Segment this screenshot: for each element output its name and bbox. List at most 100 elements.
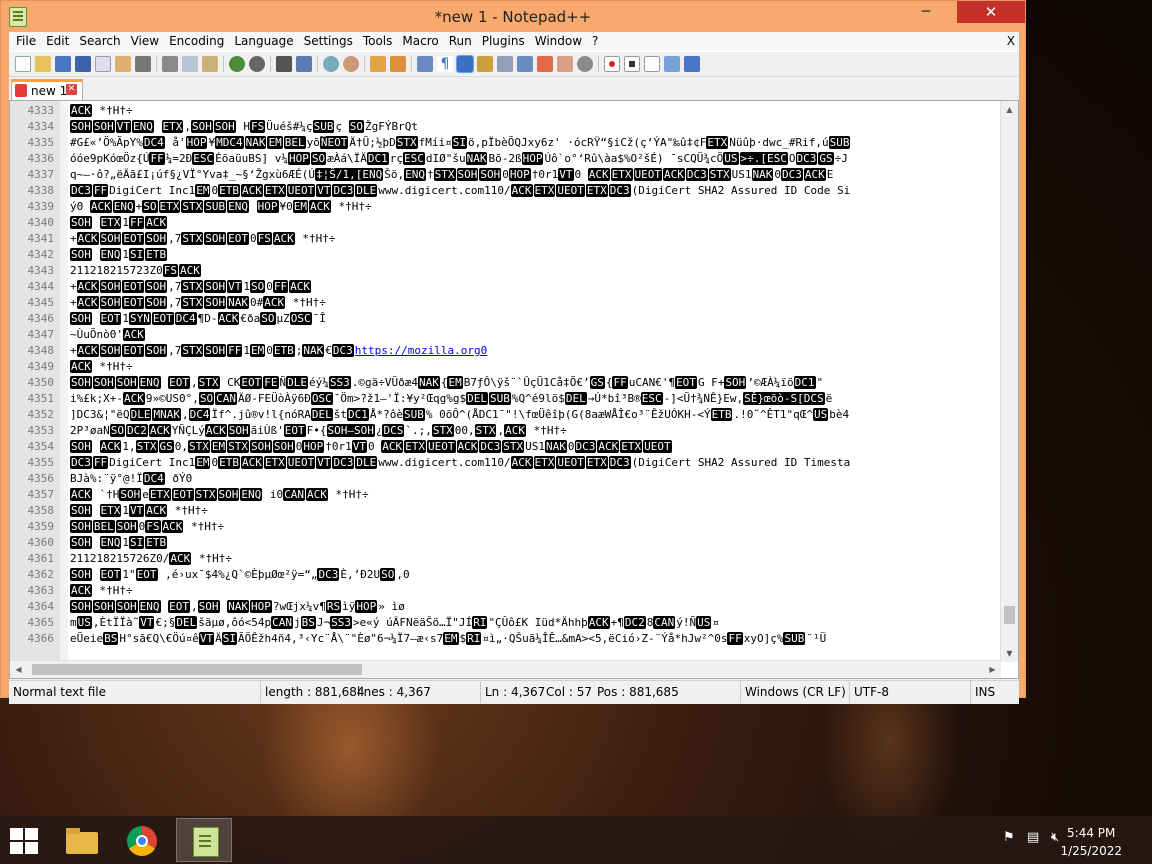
title-bar[interactable]: *new 1 - Notepad++ ─ □ ✕ [1,1,1025,32]
editor-line[interactable]: 4335 #G£«’Ö%ÃpY%DC4 å'HOP ¥MDC4 NAK EM BEL yõÑ… [10,135,1001,151]
network-icon[interactable]: ▤ [1027,830,1039,845]
editor-line[interactable]: 4349 ACK *†H†÷ [10,359,1001,375]
show-all-chars-icon[interactable]: ¶ [437,56,453,72]
windows-start-icon[interactable] [10,828,38,854]
scroll-right-icon[interactable]: ▶ [984,661,1001,678]
editor-line[interactable]: 4353 2P³øaNSO DC2 ACK YÑÇLýACK SOH ãiÙß'EOT F•{… [10,423,1001,439]
menu-run[interactable]: Run [444,32,477,51]
undo-icon[interactable] [229,56,245,72]
editor-line[interactable]: 4341 +ACK SOH EOT SOH ,7STX SOH EOT 0FS ACK *†H†÷ [10,231,1001,247]
folder-as-workspace-icon[interactable] [537,56,553,72]
horizontal-scroll-thumb[interactable] [32,664,362,675]
editor-line[interactable]: 4337 q~—·ô?„ëÄã£I¡úf§¿VÏ°Yva‡_~§‘Žgxù6ÆÉ(… [10,167,1001,183]
cut-icon[interactable] [162,56,178,72]
replace-icon[interactable] [296,56,312,72]
editor-line[interactable]: 4352]DC3&¦"ëQDLE MNAK ,DC4 Ïf^.jû®v!l{nóRAD… [10,407,1001,423]
status-eol[interactable]: Windows (CR LF) [740,681,846,703]
vertical-scroll-thumb[interactable] [1004,606,1015,624]
editor-line[interactable]: 4334 SOH SOH VT ENQ ETX ,SOH SOH HFS Üuéš#¼çSUB… [10,119,1001,135]
redo-icon[interactable] [249,56,265,72]
notepadpp-taskbar-icon[interactable] [176,818,232,862]
clock[interactable]: 5:44 PM 1/25/2022 [1060,824,1122,860]
close-document-button[interactable]: X [1007,32,1015,51]
paste-icon[interactable] [202,56,218,72]
monitoring-icon[interactable] [557,56,573,72]
save-icon[interactable] [55,56,71,72]
menu-help[interactable]: ? [587,32,603,51]
editor-pane[interactable]: 4333 ACK *†H†÷ 4334 SOH SOH VT ENQ ETX ,SOH SOH … [9,100,1019,679]
editor-line[interactable]: 4358 SOH ETX 1VT ACK *†H†÷ [10,503,1001,519]
play-macro-icon[interactable] [644,56,660,72]
new-file-icon[interactable] [15,56,31,72]
zoom-out-icon[interactable] [343,56,359,72]
editor-line[interactable]: 4350 SOH SOH SOH ENQ EOT ,STX CKEOT FE ÑDLE éý¼S… [10,375,1001,391]
editor-line[interactable]: 4351 i%£k;X+-ACK 9»©US0°,SO CAN ÄØ-FEÜòÀÿ6ÐO… [10,391,1001,407]
editor-line[interactable]: 4340 SOH ETX 1FF ACK [10,215,1001,231]
editor-line[interactable]: 4361 211218215726Z0/ACK *†H†÷ [10,551,1001,567]
menu-macro[interactable]: Macro [397,32,443,51]
editor-line[interactable]: 4364 SOH SOH SOH ENQ EOT ,SOH NAK HOP ?wŒjx¼v¶R… [10,599,1001,615]
menu-view[interactable]: View [126,32,164,51]
user-language-icon[interactable] [477,56,493,72]
open-file-icon[interactable] [35,56,51,72]
menu-tools[interactable]: Tools [358,32,398,51]
editor-line[interactable]: 4354 SOH ACK 1,STX GS 0,STX EM STX SOH SOH 0HOP †0… [10,439,1001,455]
tab-close-icon[interactable]: ✕ [66,84,77,95]
close-button[interactable]: ✕ [957,1,1025,23]
scroll-down-icon[interactable]: ▼ [1001,645,1018,662]
sync-horizontal-icon[interactable] [390,56,406,72]
editor-line[interactable]: 4366 eÜeieBS H°sã€Q\€Öú¤êVT ÄSI ÃÖÊžh4ñ4,³‹Y… [10,631,1001,647]
close-file-icon[interactable] [95,56,111,72]
menu-file[interactable]: File [11,32,41,51]
flag-icon[interactable]: ⚑ [1003,830,1015,845]
editor-line[interactable]: 4363 ACK *†H†÷ [10,583,1001,599]
editor-line[interactable]: 4346 SOH EOT 1SYN EOT DC4 ¶D-ACK €ðаSO µZOSC ¯Î [10,311,1001,327]
scroll-left-icon[interactable]: ◀ [10,661,27,678]
save-macro-icon[interactable] [684,56,700,72]
editor-line[interactable]: 4359 SOH BEL SOH 0FS ACK *†H†÷ [10,519,1001,535]
editor-line[interactable]: 4356 BJà%:¨ÿ°@!ÏDC4 ðÝ0 [10,471,1001,487]
file-explorer-icon[interactable] [54,818,110,862]
menu-window[interactable]: Window [530,32,587,51]
minimize-button[interactable]: ─ [909,1,943,23]
menu-edit[interactable]: Edit [41,32,74,51]
editor-line[interactable]: 4360 SOH ENQ 1SI ETB [10,535,1001,551]
record-macro-icon[interactable] [604,56,620,72]
editor-line[interactable]: 4338 DC3 FF DigiCert Inc1EM 0ETB ACK ETX UEOT VT… [10,183,1001,199]
function-list-icon[interactable] [517,56,533,72]
editor-line[interactable]: 4342 SOH ENQ 1SI ETB [10,247,1001,263]
editor-line[interactable]: 4343 211218215723Z0FS ACK [10,263,1001,279]
vertical-scrollbar[interactable]: ▲ ▼ [1000,101,1018,662]
editor-line[interactable]: 4333 ACK *†H†÷ [10,103,1001,119]
zoom-in-icon[interactable] [323,56,339,72]
scroll-up-icon[interactable]: ▲ [1001,101,1018,118]
find-icon[interactable] [276,56,292,72]
editor-line[interactable]: 4339 ý0 ACK ENQ +SO ETX STX SUB ENQ HOP ¥0EM ACK … [10,199,1001,215]
menu-encoding[interactable]: Encoding [164,32,229,51]
editor-line[interactable]: 4345 +ACK SOH EOT SOH ,7STX SOH NAK 0#ACK *†H†÷ [10,295,1001,311]
editor-line[interactable]: 4347 ~ÙuÕnò0'ACK [10,327,1001,343]
document-map-icon[interactable] [497,56,513,72]
menu-search[interactable]: Search [74,32,125,51]
menu-plugins[interactable]: Plugins [477,32,530,51]
editor-line[interactable]: 4336 óóe9pKóœÖz{ÚFF ¼=2ÐESC ÉõaüuBS] v¼HOP S… [10,151,1001,167]
horizontal-scrollbar[interactable]: ◀ ▶ [10,660,1001,678]
chrome-icon[interactable] [115,818,171,862]
tab-new-1[interactable]: new 1 ✕ [11,79,83,101]
speech-icon[interactable] [577,56,593,72]
save-all-icon[interactable] [75,56,91,72]
menu-language[interactable]: Language [229,32,298,51]
volume-muted-icon[interactable]: 🔇︎ [1051,830,1059,845]
stop-macro-icon[interactable] [624,56,640,72]
indent-guide-icon[interactable] [456,55,474,73]
close-all-icon[interactable] [115,56,131,72]
editor-line[interactable]: 4365 mUS ,ÈtÏÏà˜VT €;§DEL šäµø,ôó<54pCAN jBS J… [10,615,1001,631]
editor-line[interactable]: 4357 ACK `†HSOH eETX EOT STX SOH ENQ i0CAN ACK … [10,487,1001,503]
editor-line[interactable]: 4362 SOH EOT 1"EOT ,é›ux¯$4%¿Q`©ÈþµØœ²ÿ=“„… [10,567,1001,583]
run-macro-multiple-icon[interactable] [664,56,680,72]
menu-settings[interactable]: Settings [299,32,358,51]
print-icon[interactable] [135,56,151,72]
editor-line[interactable]: 4344 +ACK SOH EOT SOH ,7STX SOH VT 1SO 0FF ACK [10,279,1001,295]
editor-line[interactable]: 4355 DC3 FF DigiCert Inc1EM 0ETB ACK ETX UEOT VT… [10,455,1001,471]
word-wrap-icon[interactable] [417,56,433,72]
